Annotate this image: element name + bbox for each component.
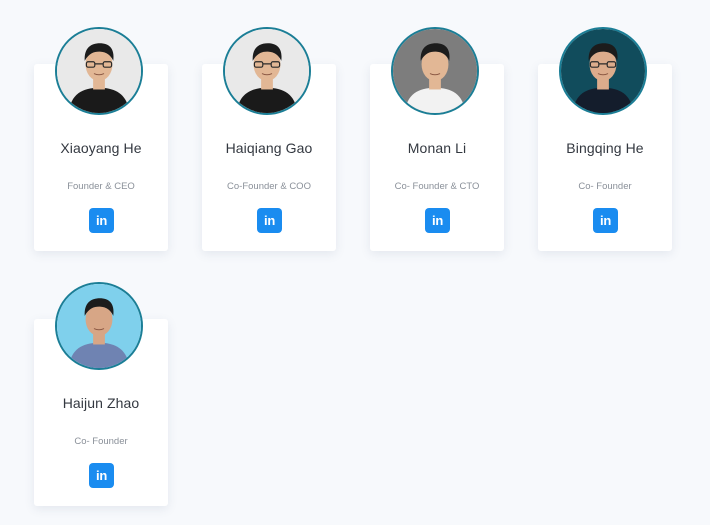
linkedin-button[interactable]: in bbox=[89, 208, 114, 233]
member-name: Monan Li bbox=[407, 140, 467, 156]
member-role: Co- Founder & CTO bbox=[394, 181, 480, 192]
linkedin-button[interactable]: in bbox=[89, 463, 114, 488]
avatar bbox=[223, 27, 311, 115]
member-name: Haiqiang Gao bbox=[225, 140, 313, 156]
linkedin-icon: in bbox=[96, 213, 107, 228]
linkedin-button[interactable]: in bbox=[425, 208, 450, 233]
member-role: Founder & CEO bbox=[67, 181, 135, 192]
avatar bbox=[391, 27, 479, 115]
linkedin-button[interactable]: in bbox=[593, 208, 618, 233]
member-name: Xiaoyang He bbox=[60, 140, 142, 156]
member-role: Co- Founder bbox=[74, 436, 128, 447]
linkedin-icon: in bbox=[600, 213, 611, 228]
member-role: Co-Founder & COO bbox=[227, 181, 311, 192]
linkedin-button[interactable]: in bbox=[257, 208, 282, 233]
avatar bbox=[55, 27, 143, 115]
member-name: Haijun Zhao bbox=[62, 395, 140, 411]
avatar bbox=[559, 27, 647, 115]
member-name: Bingqing He bbox=[566, 140, 644, 156]
avatar bbox=[55, 282, 143, 370]
member-role: Co- Founder bbox=[578, 181, 632, 192]
linkedin-icon: in bbox=[264, 213, 275, 228]
linkedin-icon: in bbox=[96, 468, 107, 483]
linkedin-icon: in bbox=[432, 213, 443, 228]
